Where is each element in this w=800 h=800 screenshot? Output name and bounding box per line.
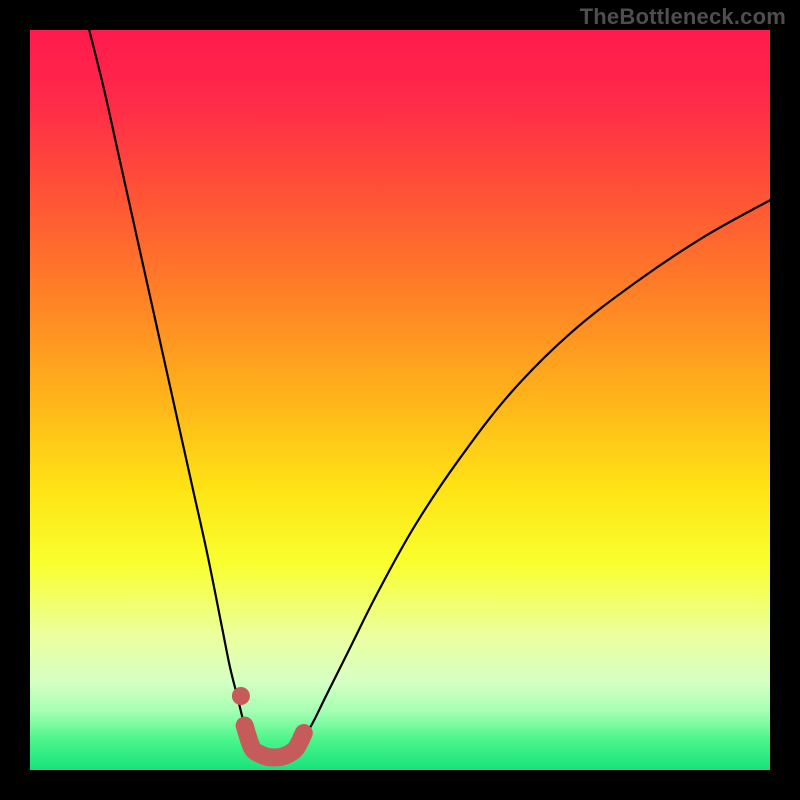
chart-svg: [30, 30, 770, 770]
gradient-background: [30, 30, 770, 770]
outer-frame: TheBottleneck.com: [0, 0, 800, 800]
highlight-dot: [232, 687, 250, 705]
watermark-text: TheBottleneck.com: [580, 4, 786, 30]
plot-area: [30, 30, 770, 770]
